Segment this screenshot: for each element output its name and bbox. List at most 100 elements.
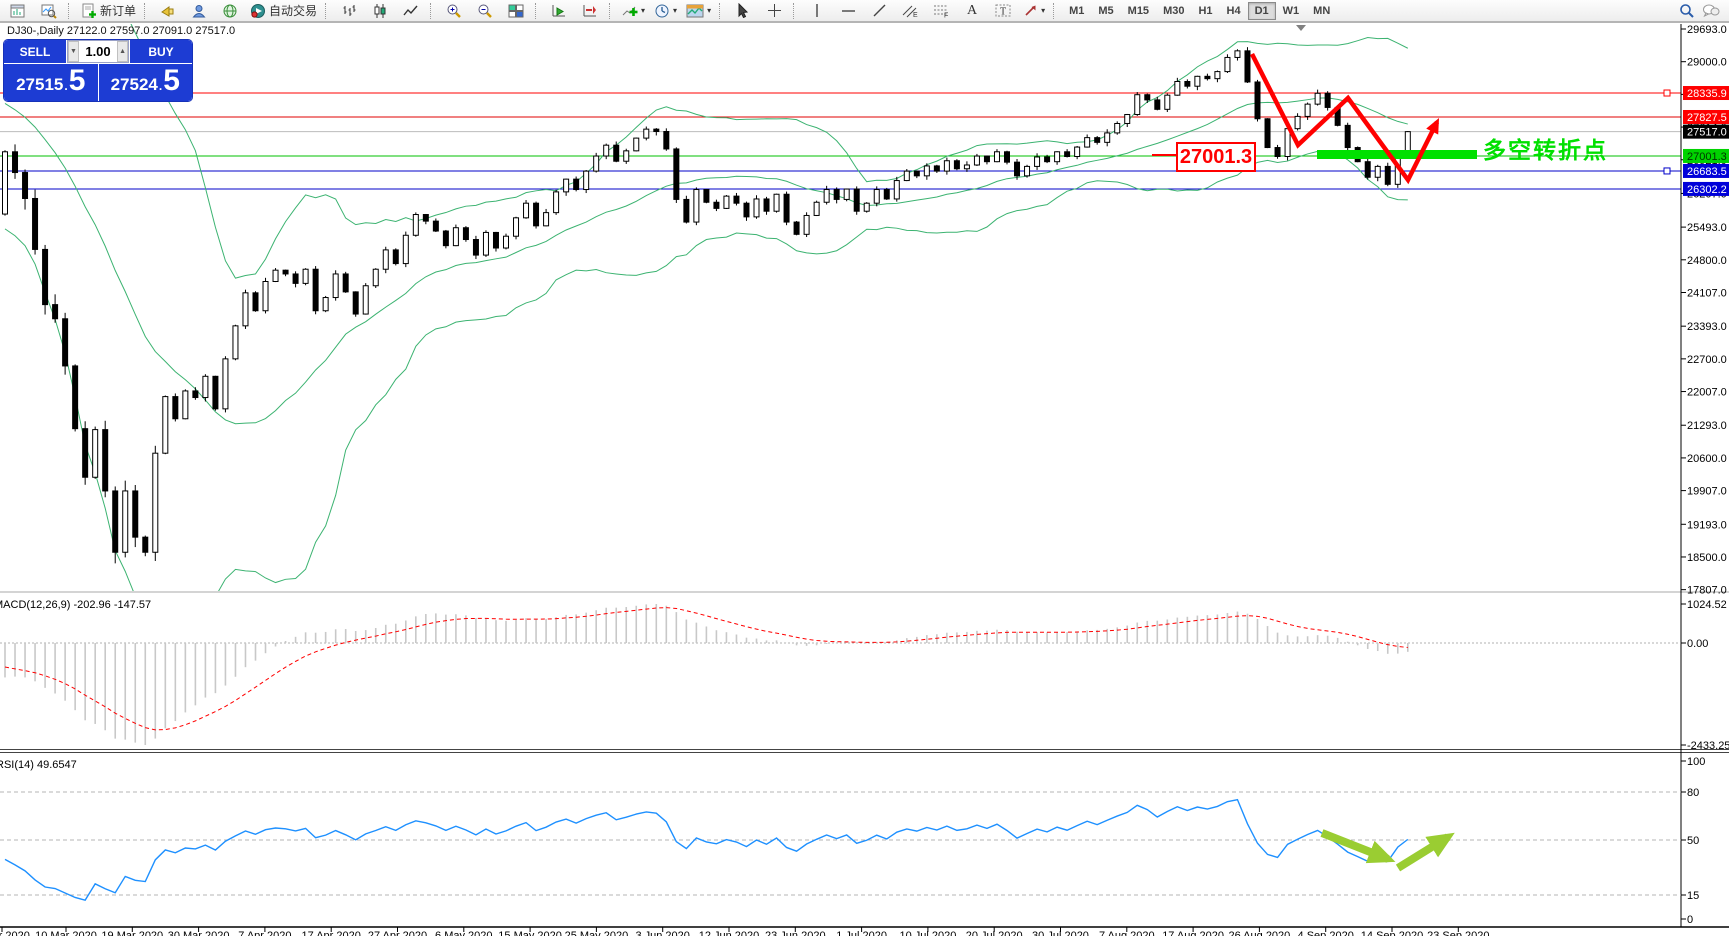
- chart-canvas[interactable]: 29693.029000.028307.027614.026921.026207…: [0, 0, 1729, 936]
- new-chart-button[interactable]: [3, 0, 33, 22]
- svg-text:17 Apr 2020: 17 Apr 2020: [302, 930, 361, 936]
- chart-shift-button[interactable]: [575, 0, 605, 22]
- toolbar-separator: [430, 3, 435, 19]
- svg-text:10 Mar 2020: 10 Mar 2020: [35, 930, 97, 936]
- svg-text:24107.0: 24107.0: [1687, 287, 1727, 299]
- horizontal-line-icon: [841, 5, 856, 17]
- trendline-tool-button[interactable]: [864, 0, 894, 22]
- text-tool-button[interactable]: A: [957, 0, 987, 22]
- timeframe-bar: M1M5M15M30H1H4D1W1MN: [1062, 2, 1337, 20]
- svg-text:0: 0: [1687, 914, 1693, 926]
- terminal-button[interactable]: [184, 0, 214, 22]
- fibonacci-icon: F: [933, 3, 950, 18]
- volume-input[interactable]: [79, 41, 117, 62]
- chat-icon[interactable]: [1702, 3, 1720, 18]
- fibonacci-tool-button[interactable]: F: [926, 0, 956, 22]
- svg-text:20600.0: 20600.0: [1687, 453, 1727, 465]
- profiles-magnifier-icon: [41, 3, 57, 19]
- timeframe-M1[interactable]: M1: [1062, 2, 1091, 20]
- market-signals-button[interactable]: [215, 0, 245, 22]
- svg-text:17 Aug 2020: 17 Aug 2020: [1162, 930, 1224, 936]
- templates-button[interactable]: ▾: [682, 0, 715, 22]
- clock-icon: [654, 3, 670, 19]
- svg-text:25 May 2020: 25 May 2020: [565, 930, 629, 936]
- cursor-icon: [736, 3, 750, 18]
- label-tool-button[interactable]: T: [988, 0, 1018, 22]
- buy-price-big-digit: 5: [163, 66, 180, 96]
- trendline-icon: [872, 3, 887, 18]
- rsi-label: RSI(14) 49.6547: [0, 759, 77, 771]
- auto-scroll-button[interactable]: [544, 0, 574, 22]
- sell-button[interactable]: SELL: [4, 40, 66, 63]
- timeframe-H4[interactable]: H4: [1220, 2, 1248, 20]
- chart-profiles-button[interactable]: [34, 0, 64, 22]
- svg-text:F: F: [944, 13, 948, 19]
- zoom-in-button[interactable]: [439, 0, 469, 22]
- buy-button[interactable]: BUY: [130, 40, 192, 63]
- volume-decrease-button[interactable]: ▼: [68, 41, 79, 62]
- timeframe-H1[interactable]: H1: [1191, 2, 1219, 20]
- toolbar-separator: [1053, 3, 1058, 19]
- template-image-icon: [686, 4, 704, 18]
- svg-text:15: 15: [1687, 890, 1699, 902]
- vertical-line-tool-button[interactable]: [802, 0, 832, 22]
- svg-text:23393.0: 23393.0: [1687, 321, 1727, 333]
- tile-windows-icon: [508, 3, 524, 19]
- svg-text:27 Apr 2020: 27 Apr 2020: [368, 930, 427, 936]
- svg-text:14 Sep 2020: 14 Sep 2020: [1361, 930, 1423, 936]
- svg-text:30 Mar 2020: 30 Mar 2020: [168, 930, 230, 936]
- toolbar-separator: [68, 3, 73, 19]
- svg-text:-2433.25: -2433.25: [1687, 740, 1729, 752]
- timeframe-M5[interactable]: M5: [1091, 2, 1120, 20]
- timeframe-M30[interactable]: M30: [1156, 2, 1191, 20]
- svg-text:15 May 2020: 15 May 2020: [498, 930, 562, 936]
- volume-increase-button[interactable]: ▲: [117, 41, 128, 62]
- svg-text:0.00: 0.00: [1687, 638, 1708, 650]
- search-icon[interactable]: [1679, 3, 1694, 18]
- svg-text:25493.0: 25493.0: [1687, 222, 1727, 234]
- new-order-button[interactable]: 新订单: [77, 0, 140, 22]
- zoom-out-icon: [477, 3, 493, 19]
- candlestick-chart-button[interactable]: [365, 0, 395, 22]
- svg-text:23 Jun 2020: 23 Jun 2020: [765, 930, 826, 936]
- horizontal-line-tool-button[interactable]: [833, 0, 863, 22]
- indicators-plus-icon: [622, 3, 638, 19]
- sell-price[interactable]: 27515 . 5: [4, 64, 98, 101]
- timeframe-D1[interactable]: D1: [1248, 2, 1276, 20]
- new-order-label: 新订单: [100, 2, 136, 19]
- timeframe-MN[interactable]: MN: [1306, 2, 1337, 20]
- expert-advisors-button[interactable]: [153, 0, 183, 22]
- svg-text:2 Mar 2020: 2 Mar 2020: [0, 930, 30, 936]
- tile-windows-button[interactable]: [501, 0, 531, 22]
- templates-dropdown-caret: ▾: [707, 6, 711, 15]
- line-chart-icon: [403, 3, 419, 19]
- indicators-button[interactable]: ▾: [618, 0, 649, 22]
- zoom-out-button[interactable]: [470, 0, 500, 22]
- periods-dropdown-caret: ▾: [673, 6, 677, 15]
- autotrading-button[interactable]: 自动交易: [246, 0, 321, 22]
- periods-button[interactable]: ▾: [650, 0, 681, 22]
- bar-chart-button[interactable]: [334, 0, 364, 22]
- macd-histogram: [5, 604, 1408, 745]
- chart-title: DJ30-,Daily 27122.0 27597.0 27091.0 2751…: [7, 25, 235, 37]
- channel-tool-button[interactable]: E: [895, 0, 925, 22]
- crosshair-tool-button[interactable]: [759, 0, 789, 22]
- trading-terminal-window: 新订单 自动交易: [0, 0, 1729, 936]
- cursor-tool-button[interactable]: [728, 0, 758, 22]
- svg-text:28335.9: 28335.9: [1687, 88, 1727, 100]
- sell-price-int: 27515: [16, 75, 63, 95]
- toolbar-separator: [144, 3, 149, 19]
- arrows-dropdown-caret: ▾: [1041, 6, 1045, 15]
- time-axis[interactable]: 2 Mar 202010 Mar 202019 Mar 202030 Mar 2…: [0, 927, 1489, 936]
- svg-text:T: T: [1000, 7, 1006, 18]
- timeframe-W1[interactable]: W1: [1276, 2, 1307, 20]
- arrows-tool-button[interactable]: ▾: [1019, 0, 1049, 22]
- toolbar-separator: [609, 3, 614, 19]
- svg-text:7 Apr 2020: 7 Apr 2020: [238, 930, 291, 936]
- indicators-dropdown-caret: ▾: [641, 6, 645, 15]
- buy-price[interactable]: 27524 . 5: [99, 64, 193, 101]
- price-axis[interactable]: 29693.029000.028307.027614.026921.026207…: [1681, 24, 1729, 597]
- timeframe-M15[interactable]: M15: [1121, 2, 1156, 20]
- svg-text:26 Aug 2020: 26 Aug 2020: [1229, 930, 1291, 936]
- line-chart-button[interactable]: [396, 0, 426, 22]
